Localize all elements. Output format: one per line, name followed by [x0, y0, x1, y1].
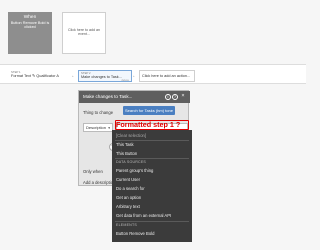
dropdown-item[interactable]: This Task — [116, 142, 134, 147]
thing-to-change-button[interactable]: Search for Tasks (hm) tone — [123, 106, 175, 115]
delete-step-link[interactable]: delete — [81, 79, 129, 82]
action-step-2[interactable]: STEP 2 Make changes to Task... delete — [78, 70, 132, 82]
event-trigger-text: Button Remove Bold is clicked — [10, 21, 50, 30]
dropdown-item[interactable]: Current User — [116, 177, 140, 182]
thing-to-change-label: Thing to change — [83, 110, 114, 115]
divider — [115, 158, 189, 159]
add-action-card[interactable]: Click here to add an action... — [139, 70, 195, 82]
editor-header: Make changes to Task... i ? × — [79, 91, 190, 103]
dropdown-item[interactable]: This Button — [116, 151, 137, 156]
add-description-link[interactable]: Add a description — [83, 180, 115, 185]
field-select-value: Description — [86, 125, 107, 130]
divider — [115, 140, 189, 141]
info-icon[interactable]: i — [165, 93, 171, 100]
insert-step-icon[interactable]: + — [72, 74, 74, 78]
dropdown-section-header: DATA SOURCES — [116, 160, 147, 164]
annotation-text: Formatted step 1 ? — [116, 120, 181, 129]
divider — [115, 221, 189, 222]
help-icon[interactable]: ? — [172, 93, 178, 100]
event-when-label: When — [23, 15, 37, 20]
dropdown-section-header: ELEMENTS — [116, 223, 137, 227]
add-event-label: Click here to add an event... — [68, 28, 100, 37]
field-select[interactable]: Description ▾ — [83, 123, 113, 132]
only-when-label: Only when — [83, 169, 103, 174]
action-step-1[interactable]: STEP 1 Format Text ✎ Qualificator A — [9, 70, 71, 82]
dropdown-item[interactable]: Get an option — [116, 195, 141, 200]
add-action-label: Click here to add an action... — [142, 74, 191, 78]
dropdown-item[interactable]: Parent group's thing — [116, 168, 153, 173]
dropdown-item[interactable]: Do a search for — [116, 186, 145, 191]
chevron-down-icon: ▾ — [108, 126, 110, 130]
dropdown-item[interactable]: Get data from an external API — [116, 213, 171, 218]
workflow-action-strip: STEP 1 Format Text ✎ Qualificator A + ST… — [0, 64, 306, 84]
dropdown-item[interactable]: Arbitrary text — [116, 204, 140, 209]
dynamic-data-dropdown: [Clear selection] This Task This Button … — [112, 130, 192, 242]
dropdown-item-clear[interactable]: [Clear selection] — [116, 133, 146, 138]
step-name: Format Text ✎ Qualificator A — [11, 74, 59, 78]
editor-title: Make changes to Task... — [83, 94, 133, 99]
close-icon[interactable]: × — [180, 93, 186, 100]
insert-step-icon[interactable]: + — [133, 74, 135, 78]
dropdown-item[interactable]: Button Remove Bold — [116, 231, 154, 236]
add-event-card[interactable]: Click here to add an event... — [62, 12, 106, 54]
event-card-when[interactable]: When Button Remove Bold is clicked — [8, 12, 52, 54]
